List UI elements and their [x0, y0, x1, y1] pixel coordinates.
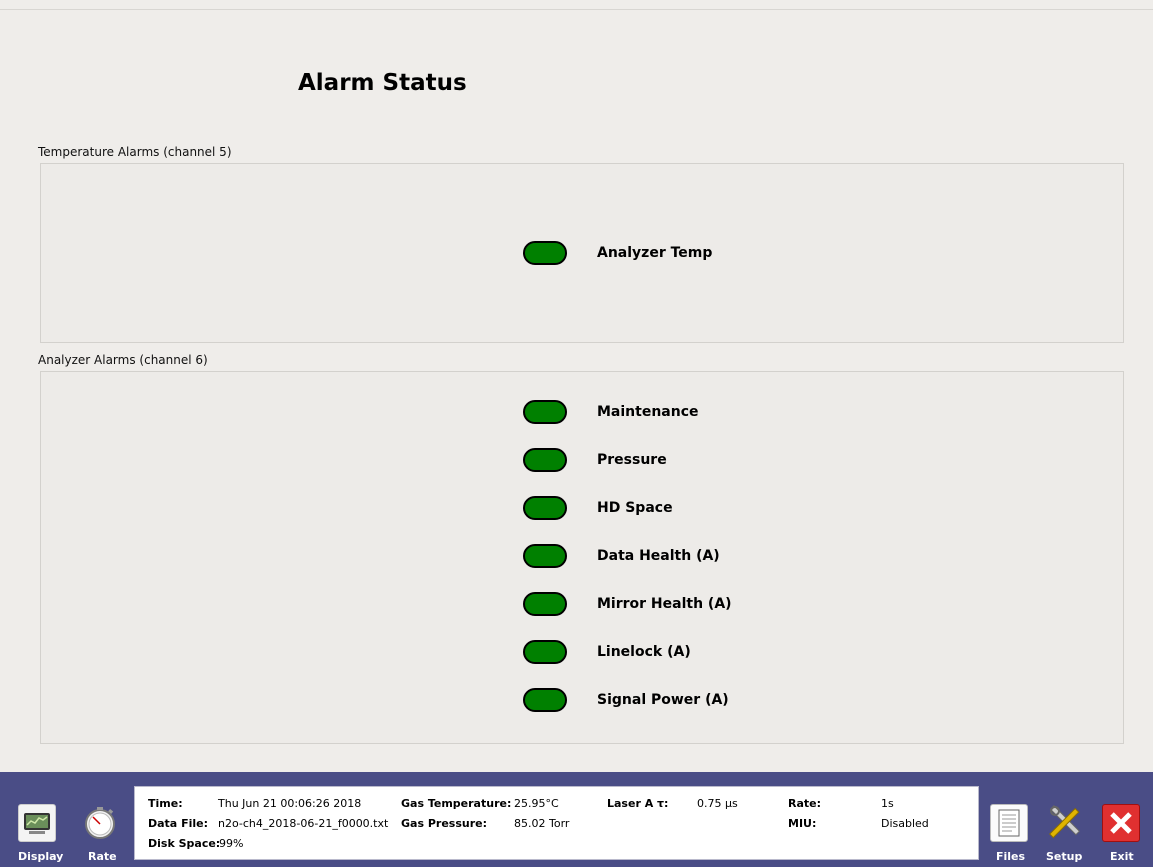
alarm-row-hd-space: HD Space [41, 494, 1123, 524]
alarm-label: Signal Power (A) [597, 692, 729, 708]
disk-space-label: Disk Space: [148, 837, 221, 850]
document-icon [990, 804, 1028, 842]
disk-space-value: 99% [219, 837, 244, 850]
miu-label: MIU: [788, 817, 817, 830]
display-label: Display [18, 850, 64, 863]
alarm-row-pressure: Pressure [41, 446, 1123, 476]
data-file-label: Data File: [148, 817, 208, 830]
temperature-alarms-panel: Analyzer Temp [40, 163, 1124, 343]
close-icon [1102, 804, 1140, 842]
gas-pressure-label: Gas Pressure: [401, 817, 487, 830]
section-label-temperature: Temperature Alarms (channel 5) [38, 145, 232, 159]
rate-label: Rate [88, 850, 117, 863]
alarm-row-analyzer-temp: Analyzer Temp [41, 239, 1123, 269]
status-info-panel: Time: Thu Jun 21 00:06:26 2018 Data File… [134, 786, 979, 860]
status-led [523, 544, 567, 568]
setup-button[interactable]: Setup [1042, 772, 1092, 867]
section-label-analyzer: Analyzer Alarms (channel 6) [38, 353, 208, 367]
status-led [523, 592, 567, 616]
alarm-row-signal-power: Signal Power (A) [41, 686, 1123, 716]
rate-status-label: Rate: [788, 797, 822, 810]
laser-label: Laser A τ: [607, 797, 669, 810]
time-value: Thu Jun 21 00:06:26 2018 [218, 797, 362, 810]
files-label: Files [996, 850, 1026, 863]
alarm-row-linelock: Linelock (A) [41, 638, 1123, 668]
alarm-label: Mirror Health (A) [597, 596, 732, 612]
stopwatch-icon [82, 804, 118, 840]
status-led [523, 688, 567, 712]
page-title: Alarm Status [298, 70, 467, 96]
tools-icon [1048, 804, 1084, 840]
rate-status-value: 1s [881, 797, 894, 810]
status-led [523, 496, 567, 520]
status-led [523, 640, 567, 664]
laser-value: 0.75 µs [697, 797, 738, 810]
alarm-label: Pressure [597, 452, 667, 468]
status-led [523, 448, 567, 472]
status-led [523, 400, 567, 424]
time-label: Time: [148, 797, 183, 810]
top-divider [0, 9, 1153, 10]
setup-label: Setup [1046, 850, 1083, 863]
miu-value: Disabled [881, 817, 929, 830]
monitor-icon [18, 804, 56, 842]
data-file-value: n2o-ch4_2018-06-21_f0000.txt [218, 817, 389, 830]
alarm-label: HD Space [597, 500, 673, 516]
exit-label: Exit [1110, 850, 1134, 863]
alarm-label: Linelock (A) [597, 644, 691, 660]
rate-button[interactable]: Rate [80, 772, 124, 867]
gas-temperature-value: 25.95°C [514, 797, 559, 810]
gas-temperature-label: Gas Temperature: [401, 797, 512, 810]
gas-pressure-value: 85.02 Torr [514, 817, 570, 830]
status-led [523, 241, 567, 265]
alarm-row-maintenance: Maintenance [41, 398, 1123, 428]
alarm-label: Data Health (A) [597, 548, 720, 564]
alarm-row-data-health: Data Health (A) [41, 542, 1123, 572]
alarm-label: Analyzer Temp [597, 245, 713, 261]
display-button[interactable]: Display [14, 772, 63, 867]
alarm-label: Maintenance [597, 404, 699, 420]
files-button[interactable]: Files [986, 772, 1030, 867]
analyzer-alarms-panel: Maintenance Pressure HD Space Data Healt… [40, 371, 1124, 744]
alarm-row-mirror-health: Mirror Health (A) [41, 590, 1123, 620]
exit-button[interactable]: Exit [1102, 772, 1142, 867]
